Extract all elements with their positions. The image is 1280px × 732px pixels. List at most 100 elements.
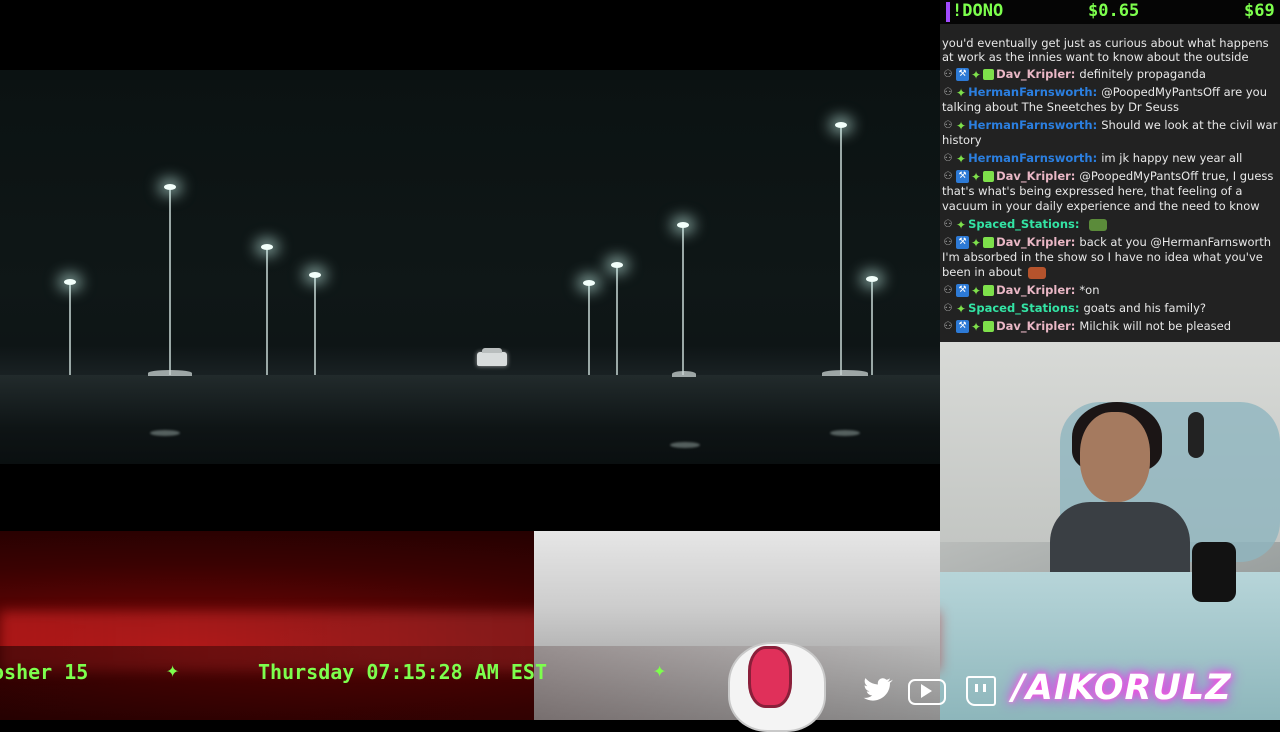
dono-bar: !DONO $0.65 $69 — [940, 0, 1280, 24]
subscriber-badge-icon: ✦ — [956, 301, 967, 316]
webcam-feed — [940, 342, 1280, 720]
microphone — [1192, 542, 1236, 602]
streamer-face — [1080, 412, 1150, 502]
subscriber-badge-icon: ✦ — [971, 283, 982, 298]
chat-username[interactable]: Spaced_Stations — [968, 217, 1075, 231]
user-icon: ⚇ — [943, 171, 953, 182]
user-icon: ⚇ — [943, 87, 953, 98]
user-icon: ⚇ — [943, 69, 953, 80]
youtube-play — [921, 684, 932, 698]
dono-amount-large: $69 — [1244, 1, 1275, 21]
chat-text: im jk happy new year all — [1101, 151, 1243, 165]
user-icon: ⚇ — [943, 285, 953, 296]
chat-username[interactable]: HermanFarnsworth — [968, 118, 1093, 132]
user-icon: ⚇ — [943, 237, 953, 248]
video-frame — [0, 70, 940, 464]
channel-handle: /AIKORULZ — [1012, 668, 1232, 708]
light-reflection — [670, 442, 700, 448]
light-reflection — [150, 430, 180, 436]
chat-username[interactable]: HermanFarnsworth — [968, 85, 1093, 99]
street-lamp — [64, 279, 76, 375]
chat-text: goats and his family? — [1083, 301, 1207, 315]
street-lamp — [583, 280, 595, 375]
chat-message: ⚇ ⚒ ✦ Dav_Kripler: definitely propaganda — [942, 67, 1278, 82]
street-lamp — [309, 272, 321, 375]
twitter-icon[interactable] — [858, 672, 894, 708]
light-reflection — [830, 430, 860, 436]
chat-username[interactable]: Dav_Kripler — [996, 283, 1071, 297]
subscriber-badge-icon: ✦ — [956, 85, 967, 100]
dono-amount-small: $0.65 — [1088, 1, 1140, 21]
chat-colon: : — [1092, 118, 1102, 132]
user-icon: ⚇ — [943, 219, 953, 230]
chat-message: ⚇ ✦ HermanFarnsworth: Should we look at th… — [942, 118, 1278, 148]
chat-username[interactable]: Dav_Kripler — [996, 67, 1071, 81]
subscriber-badge-icon: ✦ — [956, 151, 967, 166]
mascot-logo — [728, 640, 832, 732]
user-icon: ⚇ — [943, 153, 953, 164]
chat-message: ⚇ ⚒ ✦ Dav_Kripler: @PoopedMyPantsOff true, … — [942, 169, 1278, 214]
chat-panel[interactable]: !DONO $0.65 $69 you'd eventually get jus… — [940, 0, 1280, 342]
gift-badge-icon — [983, 69, 995, 80]
video-ground — [0, 375, 940, 464]
subscriber-badge-icon: ✦ — [971, 319, 982, 334]
chat-message: ⚇ ✦ HermanFarnsworth: im jk happy new year… — [942, 151, 1278, 166]
subscriber-badge-icon: ✦ — [971, 67, 982, 82]
moderator-badge-icon: ⚒ — [956, 284, 969, 297]
street-lamp — [611, 262, 623, 375]
twitch-bar — [983, 684, 986, 692]
chat-username[interactable]: Dav_Kripler — [996, 169, 1071, 183]
ticker-star-icon: ✦ — [653, 658, 667, 683]
subscriber-badge-icon: ✦ — [956, 217, 967, 232]
chat-messages[interactable]: you'd eventually get just as curious abo… — [942, 24, 1278, 334]
chat-username[interactable]: HermanFarnsworth — [968, 151, 1093, 165]
ticker-segment-date: osher 15 — [0, 660, 89, 684]
chat-colon: : — [1074, 217, 1084, 231]
street-lamp — [835, 122, 847, 375]
frog-emote — [1089, 218, 1108, 231]
video-player[interactable] — [0, 0, 940, 531]
chat-message: ⚇ ✦ Spaced_Stations: — [942, 217, 1278, 232]
user-icon: ⚇ — [943, 321, 953, 332]
gift-badge-icon — [983, 321, 995, 332]
face-emote — [1027, 266, 1046, 279]
youtube-icon[interactable] — [906, 672, 946, 708]
date-ticker: osher 15 ✦ Thursday 07:15:28 AM EST ✦ — [0, 658, 700, 686]
street-lamp — [866, 276, 878, 375]
chat-username[interactable]: Dav_Kripler — [996, 319, 1071, 333]
subscriber-badge-icon: ✦ — [971, 235, 982, 250]
chat-message: ⚇ ✦ Spaced_Stations: goats and his family? — [942, 301, 1278, 316]
chat-text: definitely propaganda — [1079, 67, 1206, 81]
chat-colon: : — [1092, 85, 1102, 99]
twitch-frame — [966, 676, 996, 706]
chat-message: ⚇ ⚒ ✦ Dav_Kripler: *on — [942, 283, 1278, 298]
ticker-segment-time: Thursday 07:15:28 AM EST — [258, 660, 547, 684]
moderator-badge-icon: ⚒ — [956, 320, 969, 333]
chat-message: ⚇ ⚒ ✦ Dav_Kripler: back at you @HermanFarns… — [942, 235, 1278, 280]
street-lamp — [164, 184, 176, 375]
gift-badge-icon — [983, 171, 995, 182]
chat-message: ⚇ ⚒ ✦ Dav_Kripler: Milchik will not be plea… — [942, 319, 1278, 334]
snow-mound — [822, 370, 868, 376]
twitch-bar — [975, 684, 978, 692]
gift-badge-icon — [983, 237, 995, 248]
chat-username[interactable]: Spaced_Stations — [968, 301, 1075, 315]
chat-colon: : — [1092, 151, 1102, 165]
user-icon: ⚇ — [943, 120, 953, 131]
chat-text: *on — [1079, 283, 1100, 297]
user-icon: ⚇ — [943, 303, 953, 314]
dono-label: !DONO — [952, 1, 1004, 21]
chat-text: Milchik will not be pleased — [1079, 319, 1231, 333]
gift-badge-icon — [983, 285, 995, 296]
mascot-mouth — [748, 646, 792, 708]
twitch-icon[interactable] — [962, 672, 998, 708]
street-lamp — [261, 244, 273, 375]
dono-accent-bar — [946, 2, 950, 22]
headphones — [1188, 412, 1204, 458]
moderator-badge-icon: ⚒ — [956, 236, 969, 249]
chat-username[interactable]: Dav_Kripler — [996, 235, 1071, 249]
moderator-badge-icon: ⚒ — [956, 68, 969, 81]
chat-previous-fragment: you'd eventually get just as curious abo… — [942, 36, 1269, 64]
moderator-badge-icon: ⚒ — [956, 170, 969, 183]
snow-mound — [672, 371, 696, 377]
